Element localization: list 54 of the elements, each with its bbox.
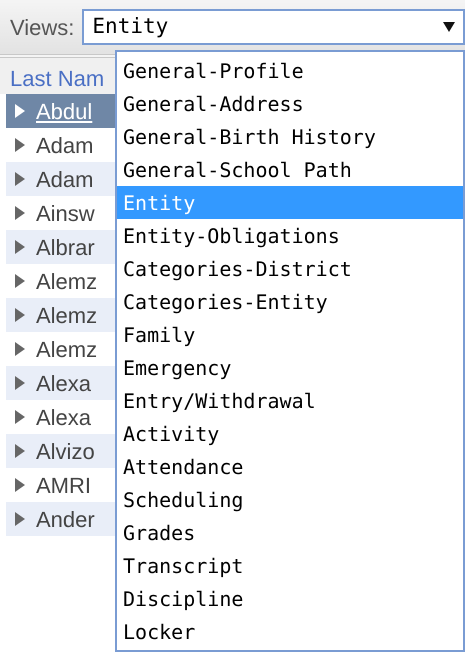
expand-arrow-icon[interactable] [14, 307, 26, 323]
last-name-cell-text: Alemz [36, 268, 98, 296]
views-select[interactable]: Entity [82, 9, 465, 45]
expand-arrow-icon[interactable] [14, 375, 26, 391]
last-name-cell-text: Alemz [36, 302, 98, 330]
last-name-cell-text: Ander [36, 506, 95, 534]
dropdown-option[interactable]: Attendance [117, 450, 463, 483]
grid-row[interactable]: Abdul [6, 94, 118, 128]
column-header[interactable]: Last Nam [10, 64, 104, 94]
dropdown-option[interactable]: Activity [117, 417, 463, 450]
views-label: Views: [10, 14, 74, 42]
expand-arrow-icon[interactable] [14, 103, 26, 119]
grid-row[interactable]: Ander [6, 502, 118, 536]
dropdown-option[interactable]: Grades [117, 516, 463, 549]
dropdown-option[interactable]: Family [117, 318, 463, 351]
last-name-cell-text: AMRI [36, 472, 91, 500]
dropdown-option[interactable]: Transcript [117, 549, 463, 582]
dropdown-option[interactable]: Locker [117, 615, 463, 648]
last-name-cell-text: Ainsw [36, 200, 95, 228]
last-name-cell-text: Adam [36, 166, 94, 194]
expand-arrow-icon[interactable] [14, 205, 26, 221]
grid-row[interactable]: Alexa [6, 366, 118, 400]
expand-arrow-icon[interactable] [14, 443, 26, 459]
dropdown-option[interactable]: Categories-District [117, 252, 463, 285]
last-name-cell-text: Alvizo [36, 438, 95, 466]
last-name-cell-text: Alexa [36, 370, 92, 398]
expand-arrow-icon[interactable] [14, 341, 26, 357]
last-name-cell-text: Albrar [36, 234, 95, 262]
dropdown-option[interactable]: Discipline [117, 582, 463, 615]
dropdown-option[interactable]: Scheduling [117, 483, 463, 516]
expand-arrow-icon[interactable] [14, 171, 26, 187]
dropdown-option[interactable]: Categories-Entity [117, 285, 463, 318]
dropdown-option[interactable]: Entry/Withdrawal [117, 384, 463, 417]
expand-arrow-icon[interactable] [14, 409, 26, 425]
dropdown-option[interactable]: Entity-Obligations [117, 219, 463, 252]
dropdown-option[interactable]: General-School Path [117, 153, 463, 186]
last-name-cell-text: Alexa [36, 404, 92, 432]
grid-row[interactable]: Alvizo [6, 434, 118, 468]
last-name-cell-text: Abdul [36, 98, 92, 126]
grid-row[interactable]: Albrar [6, 230, 118, 264]
grid-row[interactable]: Adam [6, 162, 118, 196]
dropdown-caret-icon [443, 21, 455, 33]
expand-arrow-icon[interactable] [14, 273, 26, 289]
last-name-cell-text: Adam [36, 132, 94, 160]
last-name-cell-text: Alemz [36, 336, 98, 364]
dropdown-option[interactable]: General-Address [117, 87, 463, 120]
dropdown-option[interactable]: General-Profile [117, 54, 463, 87]
expand-arrow-icon[interactable] [14, 477, 26, 493]
expand-arrow-icon[interactable] [14, 239, 26, 255]
grid-row[interactable]: Alemz [6, 298, 118, 332]
dropdown-option[interactable]: General-Birth History [117, 120, 463, 153]
dropdown-option[interactable]: Emergency [117, 351, 463, 384]
expand-arrow-icon[interactable] [14, 137, 26, 153]
expand-arrow-icon[interactable] [14, 511, 26, 527]
